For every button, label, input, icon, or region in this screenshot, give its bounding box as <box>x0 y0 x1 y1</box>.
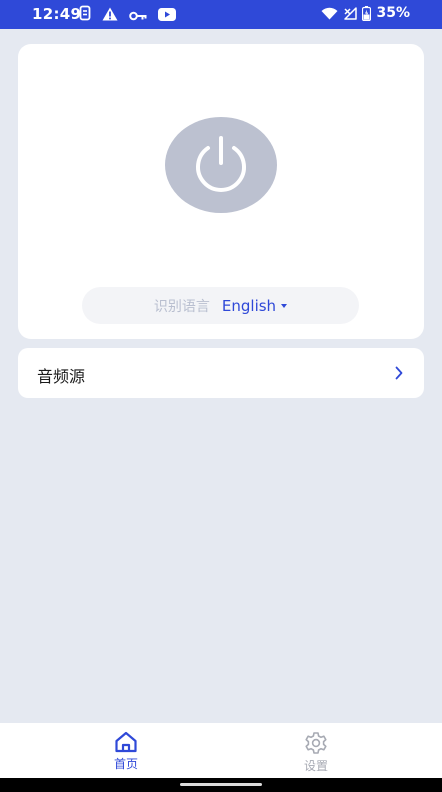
language-label: 识别语言 <box>153 298 210 315</box>
tab-home-label: 首页 <box>113 757 138 771</box>
sim-icon <box>79 5 91 25</box>
home-icon <box>114 731 138 753</box>
audio-source-label: 音频源 <box>37 367 86 386</box>
status-time: 12:49 <box>32 5 82 23</box>
youtube-icon <box>158 6 176 25</box>
signal-icon <box>343 6 358 20</box>
bottom-nav: 首页 设置 <box>0 723 442 778</box>
gesture-handle[interactable] <box>180 783 262 786</box>
tab-settings-label: 设置 <box>303 759 328 773</box>
audio-source-row[interactable]: 音频源 <box>18 348 424 398</box>
key-icon <box>129 6 147 25</box>
power-button[interactable] <box>165 117 277 213</box>
status-left-icons <box>79 5 176 25</box>
language-selector: 识别语言 English <box>82 287 359 324</box>
caret-down-icon <box>281 304 288 308</box>
tab-home[interactable]: 首页 <box>96 731 156 772</box>
battery-icon <box>362 5 372 21</box>
warning-icon <box>102 6 118 25</box>
status-bar: 12:49 35% <box>0 0 442 29</box>
tab-settings[interactable]: 设置 <box>286 731 346 774</box>
chevron-right-icon <box>395 365 403 384</box>
gear-icon <box>304 731 328 755</box>
language-value: English <box>221 296 277 315</box>
battery-percent: 35% <box>376 5 410 21</box>
main-card: 识别语言 English <box>18 44 424 339</box>
wifi-icon <box>321 7 338 20</box>
status-right: 35% <box>321 5 410 21</box>
gesture-area <box>0 778 442 792</box>
language-dropdown[interactable]: English <box>221 296 288 315</box>
